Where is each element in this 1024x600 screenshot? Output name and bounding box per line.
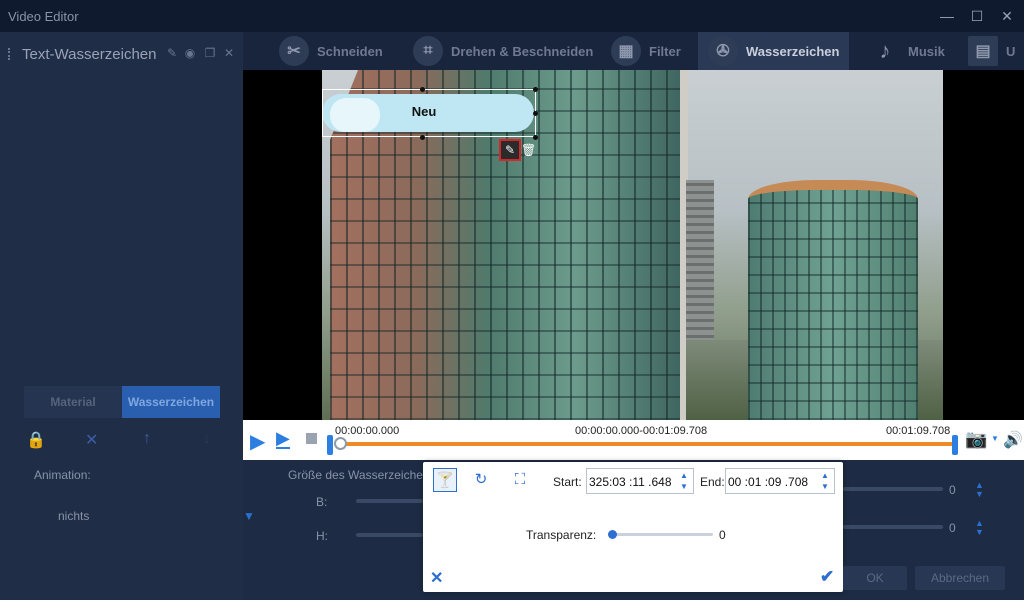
minimize-icon[interactable]: — bbox=[936, 6, 958, 26]
tab-wasserzeichen[interactable]: Wasserzeichen bbox=[122, 386, 220, 418]
trash-icon[interactable]: 🗑 bbox=[521, 141, 536, 159]
tab-label: Drehen & Beschneiden bbox=[451, 43, 594, 59]
start-label: Start: bbox=[553, 475, 582, 489]
height-slider-track-right[interactable] bbox=[843, 525, 943, 529]
end-time-value: 00 :01 :09 .708 bbox=[728, 475, 809, 489]
ok-button[interactable]: OK bbox=[843, 566, 907, 590]
fit-icon[interactable]: ⛶ bbox=[508, 468, 532, 492]
size-h-value: 0 bbox=[949, 521, 956, 535]
rotate-icon[interactable]: ↻ bbox=[469, 468, 493, 492]
cancel-x-icon[interactable]: ✕ bbox=[430, 568, 443, 588]
start-time-input[interactable]: 325:03 :11 .648 ▲ ▼ bbox=[586, 468, 694, 494]
end-time-input[interactable]: 00 :01 :09 .708 ▲ ▼ bbox=[725, 468, 835, 494]
height-stepper[interactable]: ▲ ▼ bbox=[975, 519, 984, 537]
trim-end-handle[interactable] bbox=[952, 435, 958, 455]
resize-handle[interactable] bbox=[420, 87, 425, 92]
delete-x-icon[interactable]: ✕ bbox=[85, 430, 98, 450]
tab-schneiden[interactable]: ✂ Schneiden bbox=[269, 32, 393, 70]
move-down-icon[interactable]: ↓ bbox=[203, 430, 211, 448]
tab-label: U bbox=[1006, 43, 1016, 59]
stop-icon[interactable] bbox=[306, 433, 317, 444]
chevron-down-icon[interactable]: ▼ bbox=[243, 509, 255, 523]
resize-handle[interactable] bbox=[420, 135, 425, 140]
volume-icon[interactable]: 🔊 bbox=[1003, 430, 1023, 450]
width-slider-track-right[interactable] bbox=[843, 487, 943, 491]
play-segment-icon[interactable]: ▶ bbox=[276, 429, 290, 449]
eye-icon[interactable]: ◉ bbox=[183, 46, 197, 60]
top-tabs: ✂ Schneiden ⌗ Drehen & Beschneiden ▦ Fil… bbox=[243, 32, 1024, 70]
animation-label: Animation: bbox=[34, 468, 91, 482]
width-slider[interactable] bbox=[356, 499, 423, 503]
glass-icon[interactable]: 🍸 bbox=[433, 468, 457, 492]
title-bar: Video Editor — ☐ ✕ bbox=[0, 0, 1024, 32]
scissors-icon: ✂ bbox=[279, 36, 309, 66]
window-title: Video Editor bbox=[8, 9, 79, 24]
tab-filter[interactable]: ▦ Filter bbox=[601, 32, 691, 70]
maximize-icon[interactable]: ☐ bbox=[966, 6, 988, 26]
building-right bbox=[748, 180, 918, 420]
film-reel-icon: ✇ bbox=[708, 36, 738, 66]
filter-icon: ▦ bbox=[611, 36, 641, 66]
resize-handle[interactable] bbox=[533, 135, 538, 140]
music-note-icon: ♪ bbox=[879, 38, 891, 63]
close-icon[interactable]: ✕ bbox=[996, 6, 1018, 26]
tab-label: Schneiden bbox=[317, 43, 383, 59]
play-icon[interactable]: ▶ bbox=[250, 429, 265, 454]
confirm-check-icon[interactable]: ✔ bbox=[820, 567, 834, 587]
width-label: B: bbox=[316, 495, 328, 509]
close-panel-icon[interactable]: ✕ bbox=[222, 46, 236, 60]
end-label: End: bbox=[700, 475, 725, 489]
playhead-knob[interactable] bbox=[334, 437, 347, 450]
drag-handle-icon[interactable] bbox=[8, 48, 12, 60]
transparency-value: 0 bbox=[719, 528, 726, 542]
watermark-text: Neu bbox=[411, 104, 437, 119]
tab-label: Filter bbox=[649, 43, 681, 59]
tab-drehen[interactable]: ⌗ Drehen & Beschneiden bbox=[403, 32, 603, 70]
tab-material[interactable]: Material bbox=[24, 386, 122, 418]
time-current: 00:00:00.000 bbox=[335, 425, 400, 437]
start-time-value: 325:03 :11 .648 bbox=[589, 475, 672, 489]
time-end: 00:01:09.708 bbox=[886, 425, 951, 437]
lock-icon[interactable]: 🔒 bbox=[26, 430, 46, 450]
player-bar: ▶ ▶ 00:00:00.000 00:00:00.000-00:01:09.7… bbox=[243, 420, 1024, 460]
resize-handle[interactable] bbox=[533, 111, 538, 116]
tab-untertitel[interactable]: ▤ U bbox=[958, 32, 1024, 70]
size-b-value: 0 bbox=[949, 483, 956, 497]
left-panel: Text-Wasserzeichen ✎ ◉ ❐ ✕ bbox=[0, 32, 243, 600]
height-slider[interactable] bbox=[356, 533, 423, 537]
animation-select-value[interactable]: nichts bbox=[58, 509, 89, 523]
left-tabs: Material Wasserzeichen bbox=[24, 386, 220, 418]
crop-icon: ⌗ bbox=[413, 36, 443, 66]
end-stepper-icon[interactable]: ▲ ▼ bbox=[818, 470, 832, 492]
tab-label: Musik bbox=[908, 43, 945, 59]
height-label: H: bbox=[316, 529, 328, 543]
cancel-button[interactable]: Abbrechen bbox=[915, 566, 1005, 590]
tab-musik[interactable]: ♪ Musik bbox=[860, 32, 955, 70]
camera-icon[interactable]: 📷 bbox=[965, 429, 987, 450]
resize-handle[interactable] bbox=[533, 87, 538, 92]
timing-dialog: 🍸 ↻ ⛶ Start: 325:03 :11 .648 ▲ ▼ End: 00 … bbox=[423, 462, 843, 592]
pencil-icon[interactable]: ✎ bbox=[165, 46, 179, 60]
copy-icon[interactable]: ❐ bbox=[203, 46, 217, 60]
panel-title: Text-Wasserzeichen bbox=[22, 46, 157, 63]
tab-wasserzeichen-top[interactable]: ✇ Wasserzeichen bbox=[698, 32, 850, 70]
time-range: 00:00:00.000-00:01:09.708 bbox=[575, 425, 708, 437]
transparency-label: Transparenz: bbox=[526, 528, 597, 542]
chevron-down-icon[interactable]: ▼ bbox=[991, 434, 999, 443]
width-stepper[interactable]: ▲ ▼ bbox=[975, 481, 984, 499]
trim-start-handle[interactable] bbox=[327, 435, 333, 455]
progress-track[interactable] bbox=[337, 442, 955, 446]
transparency-slider[interactable] bbox=[611, 533, 713, 536]
size-label: Größe des Wasserzeichens bbox=[288, 468, 436, 482]
tab-label: Wasserzeichen bbox=[746, 43, 840, 59]
transparency-knob[interactable] bbox=[608, 530, 617, 539]
move-up-icon[interactable]: ↑ bbox=[143, 430, 151, 448]
start-stepper-icon[interactable]: ▲ ▼ bbox=[677, 470, 691, 492]
edit-pencil-icon[interactable]: ✎ bbox=[499, 139, 521, 161]
subtitle-icon: ▤ bbox=[968, 36, 998, 66]
